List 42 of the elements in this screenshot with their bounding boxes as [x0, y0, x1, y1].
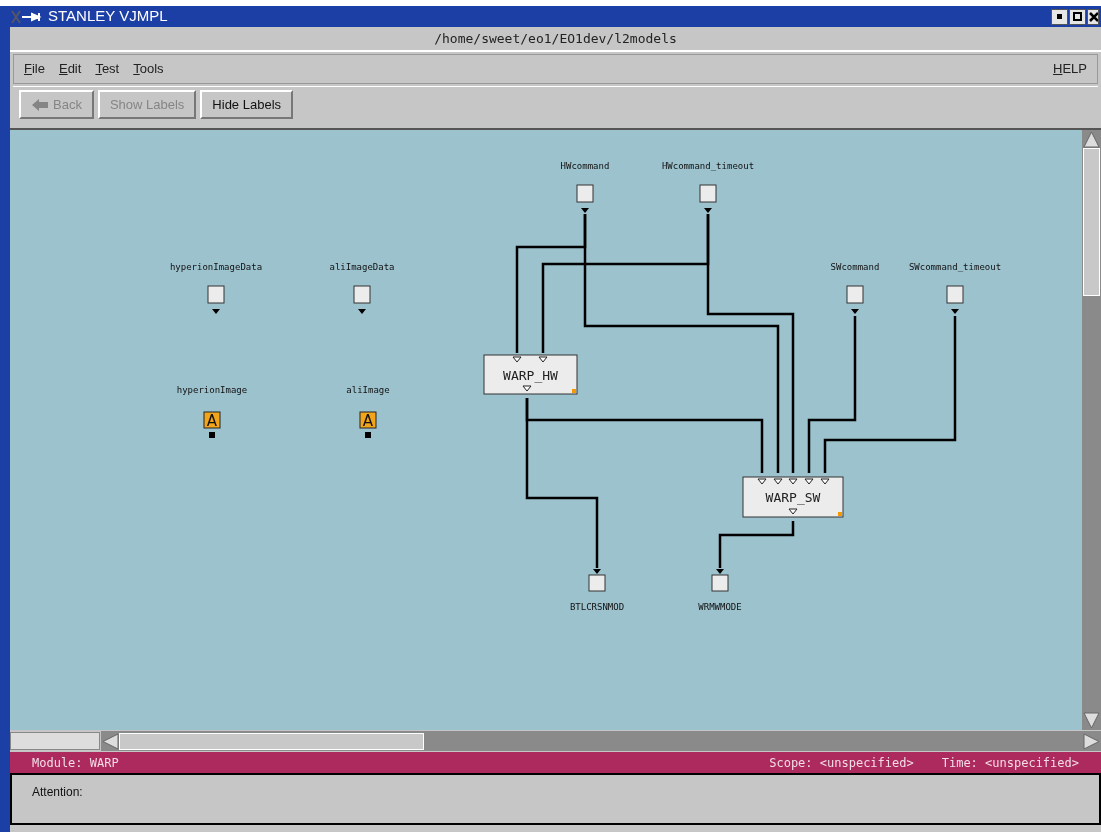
node-label: SWcommand [830, 262, 880, 272]
input-node[interactable] [207, 285, 225, 314]
node-label: aliImage [346, 385, 390, 395]
path-text: /home/sweet/eo1/EO1dev/l2models [434, 29, 677, 48]
close-button[interactable] [1087, 8, 1099, 25]
help-menu[interactable]: HELP [1053, 59, 1087, 79]
scope-status: Scope: <unspecified> [769, 754, 914, 772]
scrollbar-thumb[interactable] [119, 732, 424, 750]
output-node[interactable] [711, 569, 729, 592]
window-title: STANLEY VJMPL [48, 6, 168, 27]
menu-item[interactable]: Tools [133, 59, 164, 79]
node-label: SWcommand_timeout [908, 262, 1002, 272]
input-node[interactable] [699, 184, 717, 213]
attention-label: Attention: [32, 785, 83, 799]
scroll-left-icon[interactable] [101, 732, 119, 750]
module-status: Module: WARP [32, 754, 119, 772]
node-label: hyperionImage [176, 385, 248, 395]
maximize-button[interactable] [1069, 8, 1086, 25]
node-label: HWcommand [560, 161, 610, 171]
node-label: hyperionImageData [169, 262, 263, 272]
module-block[interactable]: WARP_HW [483, 354, 578, 395]
left-arrow-icon [31, 97, 49, 112]
scroll-right-icon[interactable] [1083, 732, 1101, 750]
input-node[interactable] [576, 184, 594, 213]
input-node[interactable] [946, 285, 964, 314]
menu-item[interactable]: Test [95, 59, 120, 79]
minimize-button[interactable] [1051, 8, 1068, 25]
node-label: aliImageData [329, 262, 395, 272]
input-node[interactable] [353, 285, 371, 314]
output-node[interactable] [588, 569, 606, 592]
time-status: Time: <unspecified> [941, 754, 1079, 772]
node-label: HWcommand_timeout [661, 161, 755, 171]
node-label: WRMWMODE [698, 602, 742, 612]
menu-item[interactable]: Edit [58, 59, 82, 79]
module-block[interactable]: WARP_SW [742, 476, 844, 518]
menu-item[interactable]: File [24, 59, 45, 79]
node-label: BTLCRSNMOD [569, 602, 625, 612]
input-node[interactable] [846, 285, 864, 314]
scrollbar-thumb[interactable] [1083, 148, 1100, 296]
toolbar-button[interactable]: Hide Labels [200, 90, 293, 119]
vertical-scrollbar[interactable] [1082, 130, 1101, 730]
horizontal-scrollbar[interactable] [101, 731, 1101, 751]
